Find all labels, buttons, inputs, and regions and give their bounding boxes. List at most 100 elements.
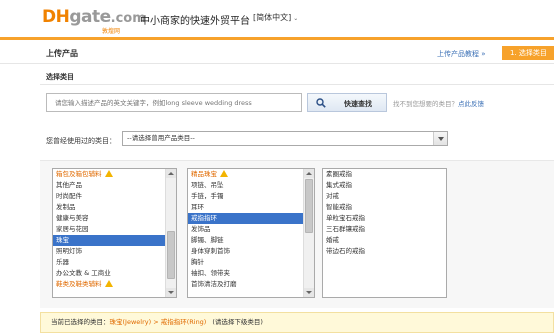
category-option[interactable]: 珠宝 <box>53 235 176 246</box>
scroll-down-icon[interactable] <box>304 288 314 297</box>
warning-icon <box>104 280 113 287</box>
category-option-label: 袖扣、领带夹 <box>191 269 230 277</box>
current-selection-bar: 当前已选择的类目：珠宝(Jewelry) > 戒指指环(Ring) (请选择下级类… <box>40 312 554 333</box>
category-option-label: 对戒 <box>326 192 339 200</box>
category-option[interactable]: 鞋类及鞋类辅料 <box>53 279 176 290</box>
category-option[interactable]: 手链，手镯 <box>188 191 314 202</box>
warning-icon <box>220 170 228 177</box>
category-options-level1: 箱包及箱包辅料 其他产品时尚配件 发制品 健康与美容家居与花园珠宝照明灯饰乐器办公文教… <box>53 169 176 290</box>
scrollbar-level2[interactable] <box>303 169 314 297</box>
category-option[interactable]: 项链、吊坠 <box>188 180 314 191</box>
used-category-select[interactable]: --请选择曾用产品类目-- <box>122 131 448 146</box>
scroll-up-icon[interactable] <box>304 169 314 178</box>
logo-chinese: 敦煌网 <box>102 28 121 35</box>
scroll-down-icon[interactable] <box>166 288 176 297</box>
category-option[interactable]: 单粒宝石戒指 <box>323 213 446 224</box>
category-option-label: 戒指指环 <box>191 214 217 222</box>
upload-tutorial-link[interactable]: 上传产品教程 » <box>437 49 486 59</box>
category-option[interactable]: 戒指指环 <box>188 213 314 224</box>
category-option-label: 照明灯饰 <box>56 247 82 255</box>
category-option-label: 脚镯、脚链 <box>191 236 224 244</box>
category-option[interactable]: 办公文教 & 工商业 <box>53 268 176 279</box>
category-option-label: 婚戒 <box>326 236 339 244</box>
dhgate-logo[interactable]: DHgate.com 敦煌网 <box>42 7 146 35</box>
feedback-link[interactable]: 点此反馈 <box>458 100 484 108</box>
category-option-label: 首饰清洁及打磨 <box>191 280 237 288</box>
category-option[interactable]: 耳环 <box>188 202 314 213</box>
category-option[interactable]: 照明灯饰 <box>53 246 176 257</box>
category-option-label: 智能戒指 <box>326 203 352 211</box>
current-selection-label: 当前已选择的类目： <box>51 318 110 326</box>
chevron-down-icon: ⌄ <box>293 15 299 22</box>
category-list-level1[interactable]: 箱包及箱包辅料 其他产品时尚配件 发制品 健康与美容家居与花园珠宝照明灯饰乐器办公文教… <box>52 168 177 298</box>
category-option-label: 办公文教 & 工商业 <box>56 269 111 277</box>
category-option[interactable]: 袖扣、领带夹 <box>188 268 314 279</box>
language-label: [简体中文] <box>253 13 292 22</box>
step-indicator: 1. 选择类目 <box>502 46 554 60</box>
category-option-label: 家居与花园 <box>56 225 89 233</box>
category-options-level3: 素圈戒指集式戒指对戒智能戒指单粒宝石戒指三石群镶戒指 婚戒带边石的戒指 <box>323 169 446 257</box>
section-title: 选择类目 <box>46 73 74 81</box>
category-option[interactable]: 其他产品 <box>53 180 176 191</box>
category-option[interactable]: 箱包及箱包辅料 <box>53 169 176 180</box>
keyword-search-input[interactable] <box>47 94 301 111</box>
current-selection-path: 珠宝(Jewelry) > 戒指指环(Ring) <box>109 318 207 326</box>
logo-dh: DH <box>42 7 70 27</box>
category-option[interactable]: 三石群镶戒指 <box>323 224 446 235</box>
scrollbar-level1[interactable] <box>165 169 176 297</box>
category-option[interactable]: 身体穿刺首饰 <box>188 246 314 257</box>
category-list-level2[interactable]: 精品珠宝项链、吊坠手链，手镯耳环戒指指环发饰品 脚镯、脚链身体穿刺首饰 胸针袖扣、领… <box>187 168 315 298</box>
keyword-search-field[interactable] <box>46 93 302 112</box>
category-option[interactable]: 素圈戒指 <box>323 169 446 180</box>
section-divider <box>40 84 554 85</box>
category-option[interactable]: 健康与美容 <box>53 213 176 224</box>
not-found-text: 找不到您想要的类目？ <box>393 100 458 108</box>
category-option-label: 胸针 <box>191 258 204 266</box>
quick-search-label: 快速查找 <box>344 100 372 108</box>
search-icon <box>316 98 326 108</box>
current-selection-hint: (请选择下级类目) <box>212 318 263 326</box>
dropdown-arrow-icon[interactable] <box>433 132 447 145</box>
category-list-level3[interactable]: 素圈戒指集式戒指对戒智能戒指单粒宝石戒指三石群镶戒指 婚戒带边石的戒指 <box>322 168 447 298</box>
title-bar: 上传产品 上传产品教程 » 1. 选择类目 <box>0 40 554 64</box>
category-option[interactable]: 发饰品 <box>188 224 314 235</box>
scroll-up-icon[interactable] <box>166 169 176 178</box>
category-option-label: 乐器 <box>56 258 69 266</box>
site-slogan: 中小商家的快速外贸平台 <box>140 16 250 27</box>
category-option[interactable]: 带边石的戒指 <box>323 246 446 257</box>
category-options-level2: 精品珠宝项链、吊坠手链，手镯耳环戒指指环发饰品 脚镯、脚链身体穿刺首饰 胸针袖扣、领… <box>188 169 314 290</box>
category-option-label: 珠宝 <box>56 236 69 244</box>
category-option[interactable]: 胸针 <box>188 257 314 268</box>
category-option-label: 健康与美容 <box>56 214 89 222</box>
quick-search-button[interactable]: 快速查找 <box>307 93 387 112</box>
category-option-label: 身体穿刺首饰 <box>191 247 230 255</box>
page-title: 上传产品 <box>46 49 78 58</box>
category-option[interactable]: 智能戒指 <box>323 202 446 213</box>
used-category-label: 您曾经使用过的类目： <box>46 137 116 145</box>
category-option[interactable]: 脚镯、脚链 <box>188 235 314 246</box>
category-option-label: 精品珠宝 <box>191 170 217 178</box>
category-option-label: 手链，手镯 <box>191 192 224 200</box>
category-option-label: 单粒宝石戒指 <box>326 214 365 222</box>
category-option-label: 耳环 <box>191 203 204 211</box>
scroll-thumb[interactable] <box>167 231 175 279</box>
category-option-label: 素圈戒指 <box>326 170 352 178</box>
category-option-label: 集式戒指 <box>326 181 352 189</box>
category-option[interactable]: 集式戒指 <box>323 180 446 191</box>
category-option[interactable]: 对戒 <box>323 191 446 202</box>
category-option-label: 其他产品 <box>56 181 82 189</box>
category-option[interactable]: 精品珠宝 <box>188 169 314 180</box>
language-selector[interactable]: [简体中文] ⌄ <box>253 12 298 23</box>
category-option[interactable]: 发制品 <box>53 202 176 213</box>
category-option-label: 带边石的戒指 <box>326 247 365 255</box>
category-option-label: 项链、吊坠 <box>191 181 224 189</box>
scroll-thumb[interactable] <box>305 179 313 233</box>
category-option[interactable]: 乐器 <box>53 257 176 268</box>
category-option[interactable]: 时尚配件 <box>53 191 176 202</box>
category-option[interactable]: 首饰清洁及打磨 <box>188 279 314 290</box>
site-header: DHgate.com 敦煌网 中小商家的快速外贸平台 [简体中文] ⌄ <box>0 0 554 36</box>
not-found-note: 找不到您想要的类目？点此反馈 <box>393 98 484 108</box>
category-option[interactable]: 婚戒 <box>323 235 446 246</box>
warning-icon <box>104 170 113 177</box>
category-option[interactable]: 家居与花园 <box>53 224 176 235</box>
